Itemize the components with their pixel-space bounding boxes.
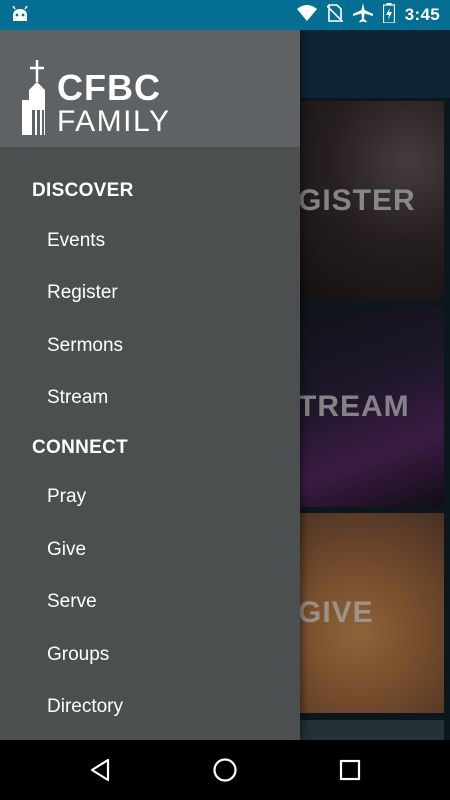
no-sim-icon: [326, 3, 344, 27]
menu-item-label: Groups: [47, 644, 110, 665]
status-time: 3:45: [404, 5, 440, 24]
logo-subtitle: FAMILY: [57, 105, 171, 138]
menu-item-label: Events: [47, 230, 106, 251]
menu-item-events[interactable]: Events: [0, 215, 300, 267]
navigation-drawer: CFBC FAMILY DISCOVER Events Register Ser…: [0, 30, 300, 740]
drawer-header: CFBC FAMILY: [0, 30, 300, 147]
menu-item-label: Sermons: [47, 335, 124, 356]
status-bar: 3:45: [0, 0, 450, 30]
menu-item-pray[interactable]: Pray: [0, 471, 300, 523]
menu-item-label: Pray: [47, 486, 87, 507]
section-title-discover: DISCOVER: [32, 180, 134, 201]
wifi-icon: [296, 4, 317, 26]
back-icon[interactable]: [85, 755, 115, 785]
system-navigation-bar: [0, 740, 450, 800]
menu-item-directory[interactable]: Directory: [0, 681, 300, 733]
battery-charging-icon: [382, 2, 395, 28]
menu-item-label: Directory: [47, 696, 124, 717]
logo-title: CFBC: [57, 67, 161, 108]
menu-item-register[interactable]: Register: [0, 267, 300, 319]
section-title-connect: CONNECT: [32, 437, 129, 458]
airplane-icon: [352, 2, 373, 28]
menu-item-label: Stream: [47, 387, 109, 408]
home-icon[interactable]: [210, 755, 240, 785]
menu-item-stream[interactable]: Stream: [0, 372, 300, 424]
church-steeple-logo-icon: [22, 60, 56, 143]
menu-item-groups[interactable]: Groups: [0, 629, 300, 681]
menu-item-give[interactable]: Give: [0, 524, 300, 576]
menu-item-label: Serve: [47, 591, 97, 612]
menu-item-label: Register: [47, 282, 118, 303]
recents-icon[interactable]: [335, 755, 365, 785]
menu-item-sermons[interactable]: Sermons: [0, 320, 300, 372]
android-icon: [10, 5, 30, 29]
menu-item-label: Give: [47, 539, 87, 560]
menu-item-serve[interactable]: Serve: [0, 576, 300, 628]
